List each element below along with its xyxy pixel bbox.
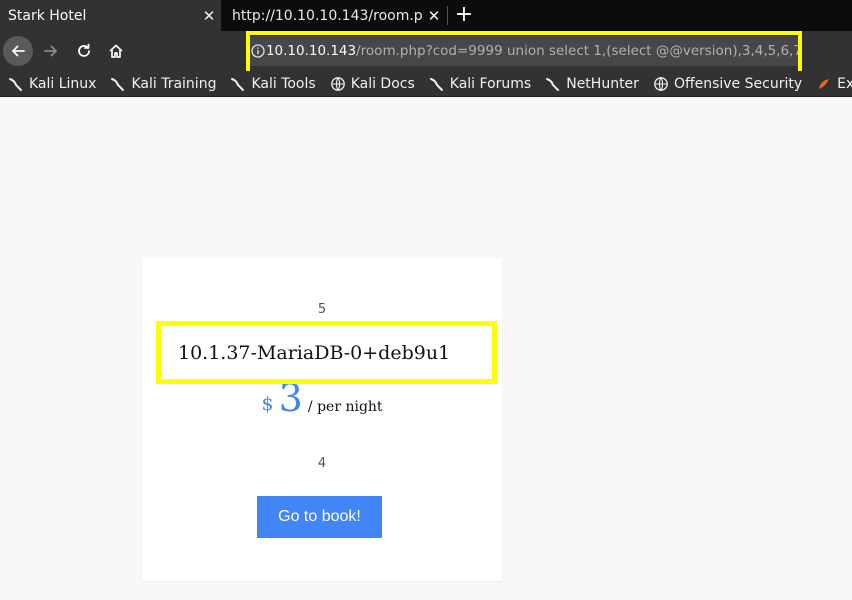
close-tab-icon[interactable]: ✕ <box>197 7 221 25</box>
kali-dragon-icon <box>429 77 443 91</box>
tab-room-php[interactable]: http://10.10.10.143/room.php ✕ <box>224 0 446 31</box>
bookmark-kali-linux[interactable]: Kali Linux <box>8 76 96 92</box>
price-currency: $ <box>261 393 274 415</box>
page-content: 5 $ 3 / per night 10.1.37-MariaDB-0+deb9… <box>0 97 852 600</box>
home-button[interactable] <box>104 36 128 66</box>
bookmark-label: Exploit-DB <box>837 75 852 92</box>
room-card: 5 $ 3 / per night 10.1.37-MariaDB-0+deb9… <box>142 258 502 581</box>
bookmark-label: Offensive Security <box>673 75 803 92</box>
bookmark-kali-forums[interactable]: Kali Forums <box>429 76 531 92</box>
tab-stark-hotel[interactable]: Stark Hotel ✕ <box>0 0 221 31</box>
back-button[interactable] <box>3 36 33 66</box>
bookmark-kali-training[interactable]: Kali Training <box>110 76 216 92</box>
bookmark-label: Kali Tools <box>251 75 316 92</box>
new-tab-icon[interactable]: + <box>452 1 476 29</box>
book-button[interactable]: Go to book! <box>257 496 382 538</box>
arrow-right-icon <box>44 45 57 57</box>
reload-button[interactable] <box>72 36 96 66</box>
bookmark-exploit-db[interactable]: Exploit-DB <box>816 76 852 92</box>
home-icon <box>109 44 123 58</box>
globe-icon <box>330 76 345 91</box>
bookmark-label: NetHunter <box>566 75 639 92</box>
bookmarks-toolbar: Kali Linux Kali Training Kali Tools Kali… <box>0 71 852 97</box>
reload-icon <box>78 43 90 57</box>
kali-dragon-icon <box>111 77 125 91</box>
exploit-db-icon <box>819 78 830 89</box>
room-field-top: 5 <box>317 302 327 317</box>
forward-button[interactable] <box>38 36 64 66</box>
bookmark-label: Kali Forums <box>449 75 532 92</box>
close-tab-icon[interactable]: ✕ <box>422 7 446 25</box>
bookmark-nethunter[interactable]: NetHunter <box>545 76 639 92</box>
room-field-bottom: 4 <box>317 456 327 471</box>
arrow-left-icon <box>12 45 25 57</box>
bookmark-label: Kali Linux <box>29 75 97 92</box>
kali-dragon-icon <box>231 77 245 91</box>
bookmark-kali-tools[interactable]: Kali Tools <box>230 75 316 92</box>
globe-icon <box>654 76 668 91</box>
price-per-night: / per night <box>307 399 383 415</box>
tab-strip: Stark Hotel ✕ http://10.10.10.143/room.p… <box>0 0 852 31</box>
bookmark-offensive-security[interactable]: Offensive Security <box>653 76 802 92</box>
bookmark-label: Kali Docs <box>350 75 415 92</box>
room-name-version-highlight: 10.1.37-MariaDB-0+deb9u1 <box>156 321 497 384</box>
kali-dragon-icon <box>9 77 22 91</box>
tab-title: Stark Hotel <box>8 7 87 24</box>
bookmark-label: Kali Training <box>131 75 217 92</box>
tab-title: http://10.10.10.143/room.php <box>232 7 422 24</box>
tab-separator <box>447 6 448 25</box>
kali-dragon-icon <box>546 77 560 91</box>
bookmark-kali-docs[interactable]: Kali Docs <box>330 76 415 92</box>
